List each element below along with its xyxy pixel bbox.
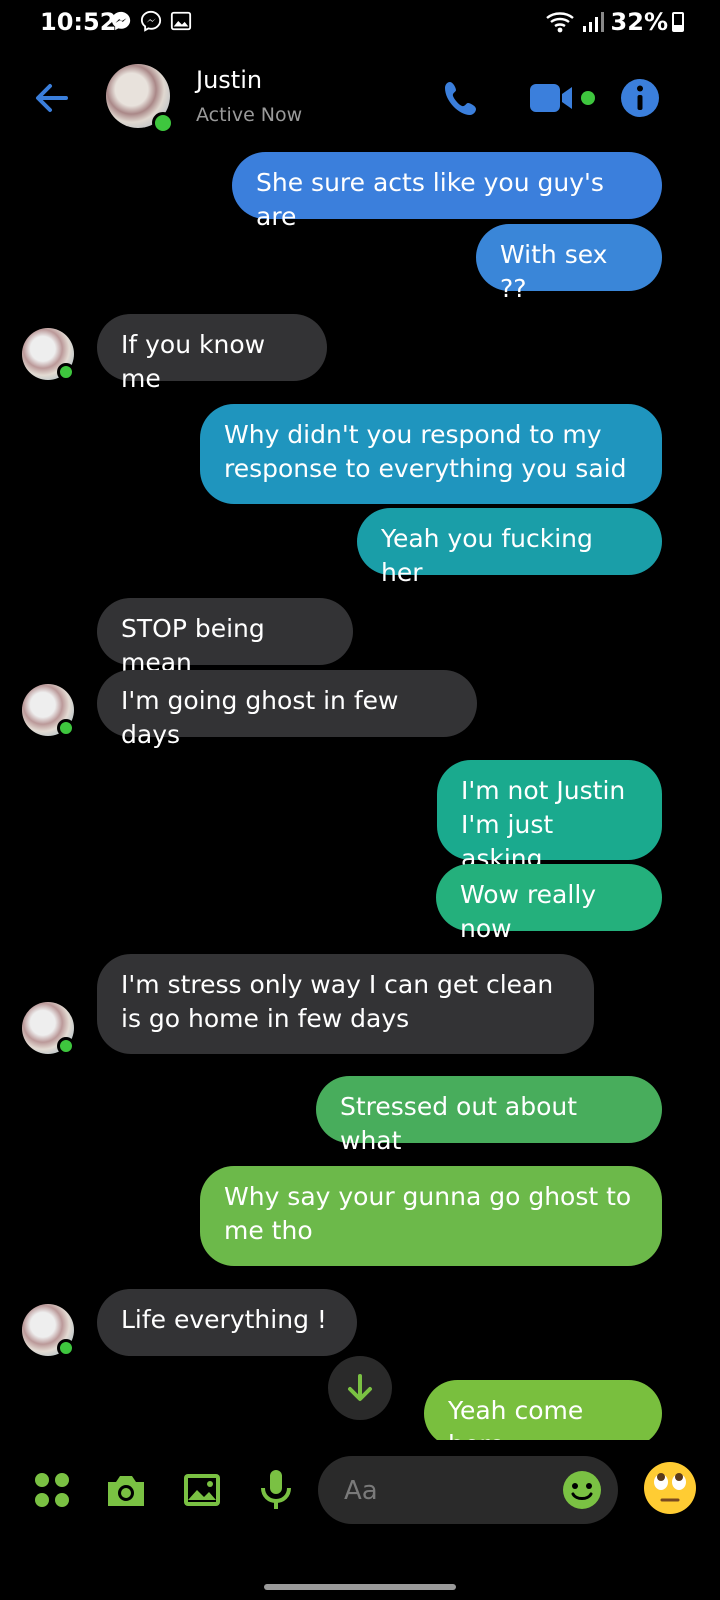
incoming-message[interactable]: STOP being mean xyxy=(97,598,353,677)
battery-fill xyxy=(674,24,682,30)
video-camera-icon[interactable] xyxy=(528,76,600,120)
outgoing-message[interactable]: With sex ?? xyxy=(476,224,662,303)
info-icon[interactable] xyxy=(618,76,662,120)
outgoing-message[interactable]: Stressed out about what xyxy=(316,1076,662,1155)
battery-icon xyxy=(672,12,684,32)
gallery-notification-icon xyxy=(170,11,192,31)
phone-icon[interactable] xyxy=(440,76,484,120)
outgoing-message[interactable]: Yeah you fucking her xyxy=(357,508,662,587)
outgoing-message[interactable]: Why didn't you respond to my response to… xyxy=(200,404,662,504)
outgoing-message[interactable]: Why say your gunna go ghost to me tho xyxy=(200,1166,662,1266)
home-indicator[interactable] xyxy=(264,1584,456,1590)
status-time: 10:52 xyxy=(40,8,117,36)
microphone-icon[interactable] xyxy=(252,1466,300,1514)
wifi-icon xyxy=(545,12,574,33)
message-composer xyxy=(0,1452,720,1532)
notification-icons xyxy=(110,10,192,32)
incoming-message[interactable]: If you know me xyxy=(97,314,327,393)
incoming-message[interactable]: Life everything ! xyxy=(97,1289,357,1356)
signal-icon xyxy=(582,12,604,32)
contact-name[interactable]: Justin xyxy=(196,66,262,94)
apps-icon[interactable] xyxy=(28,1466,76,1514)
contact-status: Active Now xyxy=(196,104,303,126)
messenger-notification-icon xyxy=(140,10,162,32)
rolling-eyes-emoji-icon[interactable] xyxy=(642,1460,698,1516)
battery-percentage: 32% xyxy=(610,8,668,36)
online-indicator xyxy=(57,1037,75,1055)
messenger-notification-icon xyxy=(111,11,131,31)
outgoing-message[interactable]: Yeah come here xyxy=(424,1380,662,1459)
gallery-icon[interactable] xyxy=(178,1466,226,1514)
message-input-container[interactable] xyxy=(318,1456,618,1524)
online-indicator xyxy=(57,1339,75,1357)
online-indicator xyxy=(152,112,174,134)
outgoing-message[interactable]: I'm not Justin I'm just asking xyxy=(437,760,662,873)
emoji-icon[interactable] xyxy=(560,1468,604,1512)
online-indicator xyxy=(57,719,75,737)
chat-header: Justin Active Now xyxy=(0,54,720,140)
outgoing-message[interactable]: Wow really now xyxy=(436,864,662,943)
online-indicator xyxy=(57,363,75,381)
arrow-down-icon xyxy=(348,1374,372,1401)
message-input[interactable] xyxy=(342,1470,546,1512)
scroll-to-bottom-button[interactable] xyxy=(328,1356,392,1420)
system-status: 32% xyxy=(545,8,668,36)
back-arrow-icon[interactable] xyxy=(32,78,72,118)
incoming-message[interactable]: I'm stress only way I can get clean is g… xyxy=(97,954,594,1054)
incoming-message[interactable]: I'm going ghost in few days xyxy=(97,670,477,749)
outgoing-message[interactable]: She sure acts like you guy's are xyxy=(232,152,662,231)
camera-icon[interactable] xyxy=(102,1466,150,1514)
status-bar: 10:52 32% xyxy=(0,0,720,44)
